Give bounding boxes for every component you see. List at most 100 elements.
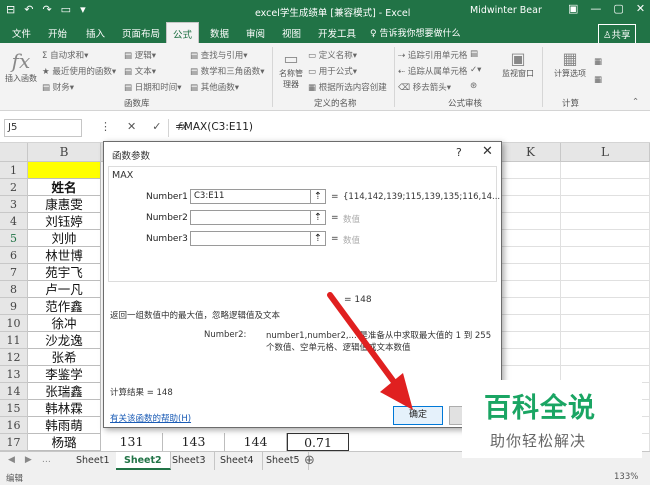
row-header[interactable]: 15: [0, 400, 28, 417]
cell-b[interactable]: 姓名: [28, 179, 101, 196]
row-header[interactable]: 9: [0, 298, 28, 315]
text-button[interactable]: ▤ 文本▾: [124, 65, 156, 77]
cell-d17[interactable]: 143: [163, 433, 225, 451]
cell-b[interactable]: 沙龙逸: [28, 332, 101, 349]
name-manager-button[interactable]: ▭ 名称管理器: [276, 49, 306, 90]
help-icon[interactable]: ?: [456, 146, 462, 159]
cell-b[interactable]: [28, 162, 101, 179]
row-header[interactable]: 5: [0, 230, 28, 247]
ribbon-display-icon[interactable]: ▣: [568, 2, 578, 15]
row-header[interactable]: 2: [0, 179, 28, 196]
row-header[interactable]: 4: [0, 213, 28, 230]
cell-b[interactable]: 杨璐: [28, 434, 101, 451]
show-formulas-button[interactable]: ▤: [470, 49, 478, 59]
tab-data[interactable]: 数据: [210, 26, 229, 40]
collapse-dialog-icon[interactable]: ⇡: [310, 210, 326, 225]
cell-b[interactable]: 韩林霖: [28, 400, 101, 417]
calc-options-button[interactable]: ▦ 计算选项: [552, 49, 588, 79]
sheet-tab-sheet1[interactable]: Sheet1: [68, 452, 119, 470]
calc-now-button[interactable]: ▦: [594, 57, 602, 67]
touch-mode-icon[interactable]: ▭: [61, 3, 71, 16]
cancel-icon[interactable]: ✕: [127, 120, 136, 133]
cell-c17[interactable]: 131: [101, 433, 163, 451]
row-header[interactable]: 6: [0, 247, 28, 264]
cell-b[interactable]: 林世博: [28, 247, 101, 264]
row-header[interactable]: 10: [0, 315, 28, 332]
tab-page-layout[interactable]: 页面布局: [122, 26, 160, 40]
insert-function-button[interactable]: fx 插入函数: [4, 49, 38, 84]
trace-dependents-button[interactable]: ⇠ 追踪从属单元格: [398, 65, 467, 77]
row-header[interactable]: 11: [0, 332, 28, 349]
column-header-l[interactable]: L: [561, 143, 650, 162]
cell-b[interactable]: 卢一凡: [28, 281, 101, 298]
tab-review[interactable]: 审阅: [246, 26, 265, 40]
tab-view[interactable]: 视图: [282, 26, 301, 40]
number1-input[interactable]: C3:E11: [190, 189, 312, 204]
formula-input[interactable]: =MAX(C3:E11): [168, 119, 646, 137]
tab-file[interactable]: 文件: [12, 26, 31, 40]
math-button[interactable]: ▤ 数学和三角函数▾: [190, 65, 265, 77]
name-box[interactable]: J5: [4, 119, 82, 137]
cell-b[interactable]: 徐冲: [28, 315, 101, 332]
sheet-tab-sheet3[interactable]: Sheet3: [164, 452, 215, 470]
help-link[interactable]: 有关该函数的帮助(H): [110, 412, 191, 424]
sheet-tab-sheet4[interactable]: Sheet4: [212, 452, 263, 470]
ok-button[interactable]: 确定: [393, 406, 443, 425]
row-header[interactable]: 17: [0, 434, 28, 451]
column-header-b[interactable]: B: [28, 143, 101, 162]
logical-button[interactable]: ▤ 逻辑▾: [124, 49, 156, 61]
tab-insert[interactable]: 插入: [86, 26, 105, 40]
add-sheet-icon[interactable]: ⊕: [304, 453, 315, 468]
restore-icon[interactable]: ▢: [613, 2, 623, 15]
row-header[interactable]: 1: [0, 162, 28, 179]
use-in-formula-button[interactable]: ▭ 用于公式▾: [308, 65, 357, 77]
prev-sheet-icon[interactable]: ◀: [8, 455, 15, 465]
minimize-icon[interactable]: —: [590, 2, 601, 15]
zoom-level[interactable]: 133%: [614, 472, 638, 482]
save-icon[interactable]: ⊟: [6, 3, 15, 16]
other-functions-button[interactable]: ▤ 其他函数▾: [190, 81, 239, 93]
next-sheet-icon[interactable]: ▶: [25, 455, 32, 465]
close-window-icon[interactable]: ✕: [636, 2, 645, 15]
datetime-button[interactable]: ▤ 日期和时间▾: [124, 81, 182, 93]
error-checking-button[interactable]: ✓▾: [470, 65, 481, 75]
column-header-k[interactable]: K: [501, 143, 561, 162]
row-header[interactable]: 13: [0, 366, 28, 383]
cell-e17[interactable]: 144: [225, 433, 287, 451]
tab-home[interactable]: 开始: [48, 26, 67, 40]
cell-b[interactable]: 范作鑫: [28, 298, 101, 315]
customize-qat-icon[interactable]: ▾: [80, 3, 86, 16]
cell-b[interactable]: 康惠雯: [28, 196, 101, 213]
define-name-button[interactable]: ▭ 定义名称▾: [308, 49, 357, 61]
more-sheets-icon[interactable]: …: [42, 455, 51, 465]
watch-window-button[interactable]: ▣ 监视窗口: [500, 49, 536, 79]
collapse-dialog-icon[interactable]: ⇡: [310, 189, 326, 204]
cell-b[interactable]: 张希: [28, 349, 101, 366]
row-header[interactable]: 7: [0, 264, 28, 281]
tab-formulas[interactable]: 公式: [166, 22, 200, 43]
number3-input[interactable]: [190, 231, 312, 246]
undo-icon[interactable]: ↶: [24, 3, 33, 16]
cell-f17[interactable]: 0.71: [287, 433, 349, 451]
tab-developer[interactable]: 开发工具: [318, 26, 356, 40]
row-header[interactable]: 3: [0, 196, 28, 213]
share-button[interactable]: ♙共享: [598, 24, 636, 44]
row-header[interactable]: 16: [0, 417, 28, 434]
sheet-tab-sheet2[interactable]: Sheet2: [116, 452, 171, 470]
cell-b[interactable]: 韩雨萌: [28, 417, 101, 434]
select-all-corner[interactable]: [0, 143, 28, 162]
financial-button[interactable]: ▤ 财务▾: [42, 81, 74, 93]
number2-input[interactable]: [190, 210, 312, 225]
collapse-ribbon-icon[interactable]: ⌃: [632, 97, 639, 107]
trace-precedents-button[interactable]: ⇢ 追踪引用单元格: [398, 49, 467, 61]
evaluate-formula-button[interactable]: ⊛: [470, 81, 477, 91]
tell-me-search[interactable]: ♀ 告诉我你想要做什么: [370, 26, 460, 39]
user-name[interactable]: Midwinter Bear: [470, 5, 542, 16]
autosum-button[interactable]: Σ 自动求和▾: [42, 49, 88, 61]
create-from-selection-button[interactable]: ▦ 根据所选内容创建: [308, 81, 387, 93]
cell-b[interactable]: 刘钰婷: [28, 213, 101, 230]
enter-icon[interactable]: ✓: [152, 120, 161, 133]
recent-functions-button[interactable]: ★ 最近使用的函数▾: [42, 65, 116, 77]
cell-b[interactable]: 苑宇飞: [28, 264, 101, 281]
remove-arrows-button[interactable]: ⌫ 移去箭头▾: [398, 81, 451, 93]
